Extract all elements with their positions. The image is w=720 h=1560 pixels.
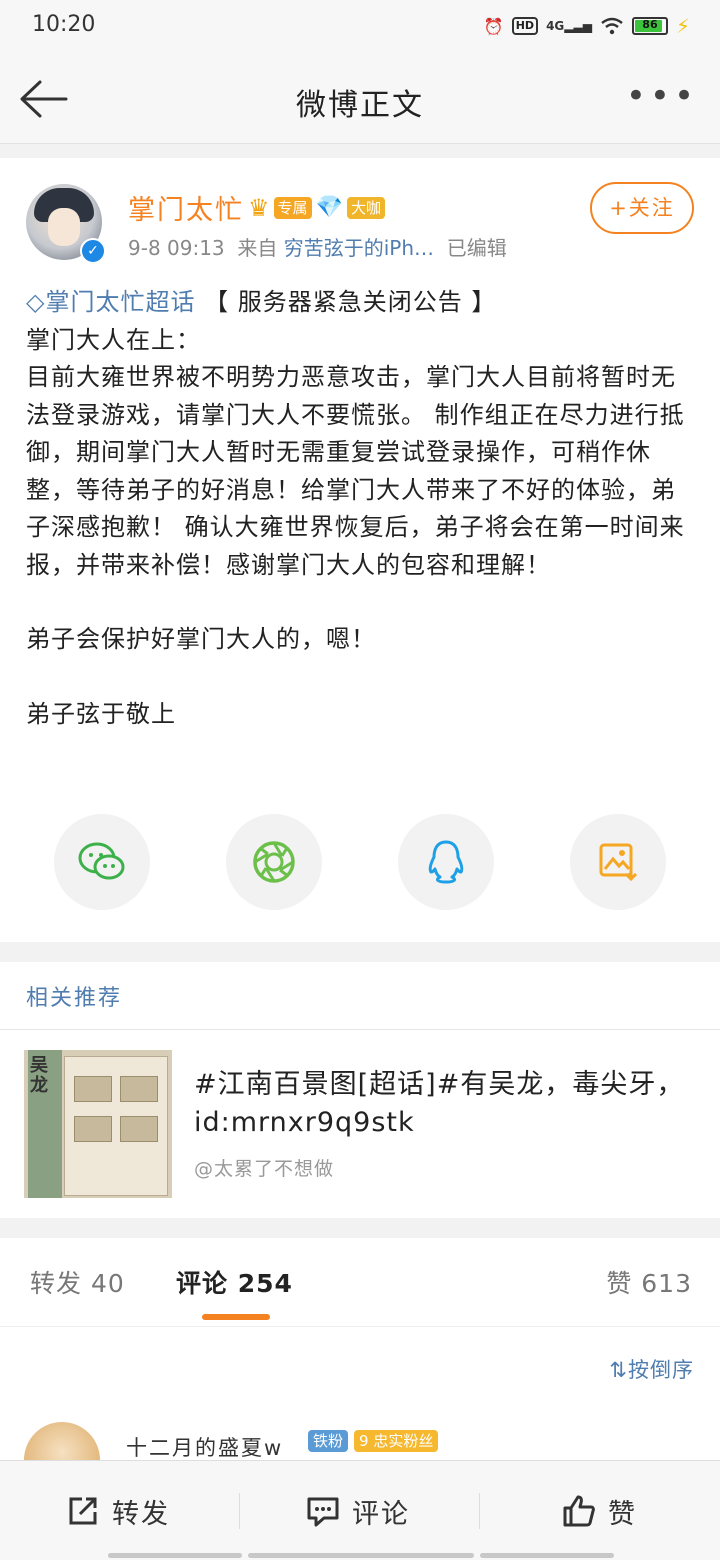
wifi-icon <box>601 17 623 35</box>
tab-repost[interactable]: 转发 40 <box>30 1264 125 1300</box>
alarm-icon: ⏰ <box>483 16 504 36</box>
post-paragraph-2: 弟子会保护好掌门大人的，嗯！ <box>26 625 376 653</box>
related-author: @太累了不想做 <box>194 1158 335 1180</box>
thumbs-up-icon <box>563 1495 595 1527</box>
tab-comments[interactable]: 评论 254 <box>176 1264 293 1300</box>
sort-button[interactable]: ⇅按倒序 <box>609 1354 694 1384</box>
related-title: #江南百景图[超话]#有吴龙，毒尖牙，id:mrnxr9q9stk <box>194 1069 685 1138</box>
wechat-share-button[interactable] <box>54 814 150 910</box>
crown-icon: ♛ <box>248 193 270 222</box>
moments-icon <box>253 841 295 883</box>
post-source[interactable]: 穷苦弦于的iPh… <box>284 236 434 260</box>
post-signature: 弟子弦于敬上 <box>26 699 176 728</box>
nav-bar: 微博正文 ••• <box>0 54 720 144</box>
hd-badge: HD <box>511 17 539 35</box>
related-thumbnail: 吴龙 <box>24 1050 172 1198</box>
tab-likes[interactable]: 赞 613 <box>606 1264 692 1300</box>
post-headline: 【 服务器紧急关闭公告 】 <box>204 288 497 316</box>
supertopic-link[interactable]: ◇掌门太忙超话 <box>26 288 195 316</box>
status-bar: 10:20 ⏰ HD 4G▂▃▅ 86 ⚡ <box>0 0 720 54</box>
level-diamond-icon: 💎 <box>315 195 343 220</box>
comment-icon <box>307 1497 339 1527</box>
status-icons: ⏰ HD 4G▂▃▅ 86 ⚡ <box>484 14 690 38</box>
loyal-fan-badge: 9 忠实粉丝 <box>354 1430 439 1452</box>
signal-icon: 4G▂▃▅ <box>546 19 592 33</box>
save-image-icon <box>599 843 638 882</box>
like-button[interactable]: 赞 <box>562 1489 637 1533</box>
bottom-action-bar: 转发 评论 赞 <box>0 1460 720 1560</box>
more-icon[interactable]: ••• <box>626 76 698 116</box>
active-tab-indicator <box>202 1314 270 1320</box>
comment-author[interactable]: 十二月的盛夏w <box>126 1432 283 1462</box>
post-time: 9-8 09:13 <box>128 236 225 260</box>
post-card: ✓ 掌门太忙 ♛ 专属 💎 大咖 9-8 09:13 来自 穷苦弦于的iPh… … <box>0 158 720 942</box>
thumbnail-label: 吴龙 <box>30 1055 48 1096</box>
repost-button[interactable]: 转发 <box>66 1489 170 1533</box>
verified-icon: ✓ <box>80 238 106 264</box>
post-meta: 9-8 09:13 来自 穷苦弦于的iPh… 已编辑 <box>128 232 507 261</box>
related-section: 相关推荐 吴龙 #江南百景图[超话]#有吴龙，毒尖牙，id:mrnxr9q9st… <box>0 962 720 1218</box>
save-image-button[interactable] <box>570 814 666 910</box>
qq-share-button[interactable] <box>398 814 494 910</box>
related-item[interactable]: 吴龙 #江南百景图[超话]#有吴龙，毒尖牙，id:mrnxr9q9stk @太累… <box>24 1050 696 1200</box>
page-title: 微博正文 <box>296 88 424 123</box>
author-name[interactable]: 掌门太忙 <box>128 188 244 227</box>
charging-icon: ⚡ <box>675 14 690 38</box>
post-content: ◇掌门太忙超话 【 服务器紧急关闭公告 】 掌门大人在上： 目前大雍世界被不明势… <box>26 284 696 733</box>
share-row <box>54 814 666 910</box>
follow-button[interactable]: +关注 <box>590 182 694 234</box>
repost-icon <box>69 1497 97 1525</box>
status-time: 10:20 <box>32 12 96 37</box>
exclusive-badge: 专属 <box>273 196 312 219</box>
post-body: 掌门大人在上： 目前大雍世界被不明势力恶意攻击，掌门大人目前将暂时无法登录游戏，… <box>26 325 685 579</box>
edited-label: 已编辑 <box>446 236 507 260</box>
battery-icon: 86 <box>631 17 668 35</box>
moments-share-button[interactable] <box>226 814 322 910</box>
comment-button[interactable]: 评论 <box>306 1489 410 1533</box>
wechat-icon <box>78 842 125 880</box>
interaction-tabs: 转发 40 评论 254 赞 613 ⇅按倒序 十二月的盛夏w 铁粉 9 忠实粉… <box>0 1238 720 1498</box>
qq-icon <box>428 840 464 884</box>
sort-icon: ⇅ <box>609 1358 628 1382</box>
supertopic-icon: ◇ <box>26 288 46 316</box>
from-label: 来自 <box>237 236 278 260</box>
author-row: 掌门太忙 ♛ 专属 💎 大咖 <box>128 188 385 227</box>
vip-badge: 大咖 <box>346 196 385 219</box>
related-header: 相关推荐 <box>0 962 720 1030</box>
iron-fan-badge: 铁粉 <box>308 1430 349 1452</box>
